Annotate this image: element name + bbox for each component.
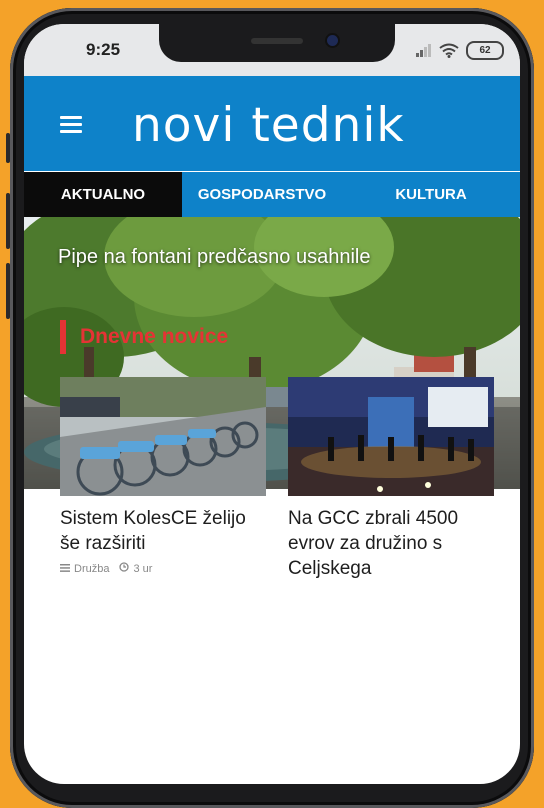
clock-icon <box>119 562 130 575</box>
article-title[interactable]: Na GCC zbrali 4500 evrov za družino s Ce… <box>288 506 498 581</box>
volume-down-button <box>6 263 10 319</box>
app-header: novi tednik <box>24 76 520 171</box>
article-image-concert[interactable] <box>288 377 494 496</box>
phone-screen: 9:25 62 novi tednik AKTUALNO GOSPODARSTV… <box>24 24 520 784</box>
list-icon <box>60 563 70 575</box>
status-bar: 9:25 62 <box>24 24 520 76</box>
battery-indicator: 62 <box>466 40 504 60</box>
tab-gospodarstvo[interactable]: GOSPODARSTVO <box>182 172 342 217</box>
tab-aktualno[interactable]: AKTUALNO <box>24 172 182 217</box>
notch <box>159 24 395 62</box>
front-camera <box>327 35 338 46</box>
hero-caption[interactable]: Pipe na fontani predčasno usahnile <box>58 246 370 269</box>
section-title: Dnevne novice <box>60 320 228 354</box>
hamburger-menu-icon[interactable] <box>60 116 82 133</box>
article-title-line: Na GCC zbrali 4500 <box>288 508 459 529</box>
status-icons: 62 <box>416 40 504 60</box>
article-category[interactable]: Družba <box>74 563 109 575</box>
volume-up-button <box>6 193 10 249</box>
mute-switch <box>6 133 10 163</box>
article-title[interactable]: Sistem KolesCE želijo še razširiti <box>60 506 266 556</box>
article-title-line: še razširiti <box>60 533 146 554</box>
speaker-grille <box>251 38 303 44</box>
tab-kultura[interactable]: KULTURA <box>342 172 520 217</box>
article-time: 3 ur <box>133 562 153 575</box>
article-title-line: Sistem KolesCE želijo <box>60 508 246 529</box>
article-title-line: evrov za družino s <box>288 533 443 554</box>
article-meta: Družba 3 ur <box>60 562 152 575</box>
wifi-icon <box>439 43 459 58</box>
cellular-signal-icon <box>416 43 431 57</box>
category-tabs: AKTUALNO GOSPODARSTVO KULTURA <box>24 172 520 217</box>
article-title-line: Celjskega <box>288 558 372 579</box>
site-logo[interactable]: novi tednik <box>132 98 405 153</box>
status-time: 9:25 <box>86 40 121 59</box>
article-image-bikes[interactable] <box>60 377 266 496</box>
